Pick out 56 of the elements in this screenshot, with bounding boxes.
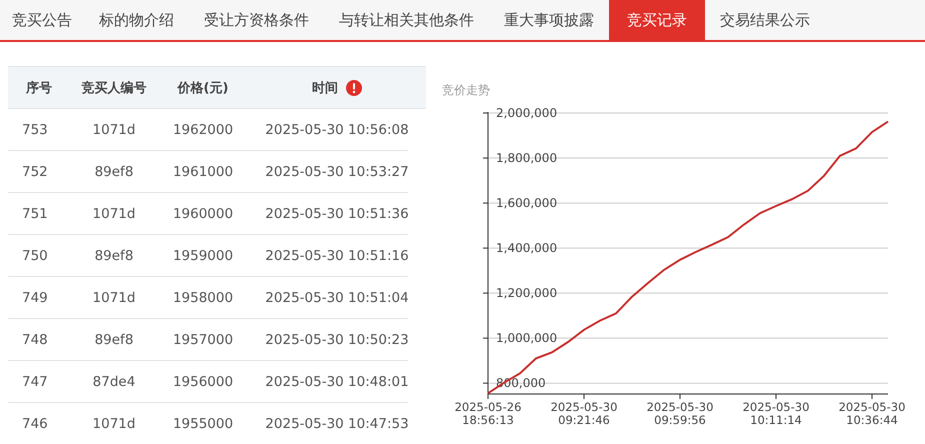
x-tick-label: 2025-05-30 09:59:56 — [646, 400, 714, 427]
table-cell-text: 748 — [21, 332, 49, 348]
table-cell-text: 2025-05-30 10:56:08 — [264, 122, 410, 138]
table-cell-text: 89ef8 — [94, 332, 134, 348]
table-cell-text: 1955000 — [172, 416, 234, 432]
column-header: 竞买人编号 — [82, 80, 146, 96]
table-cell-text: 1958000 — [172, 290, 234, 306]
y-tick-label: 1,200,000 — [496, 286, 558, 300]
y-tick-label: 2,000,000 — [496, 106, 558, 120]
tab[interactable]: 与转让相关其他条件 — [324, 0, 489, 40]
table-cell-text: 2025-05-30 10:50:23 — [264, 332, 410, 348]
table-cell-text: 750 — [21, 248, 49, 264]
table-cell-text: 2025-05-30 10:51:04 — [264, 290, 410, 306]
x-tick-label: 2025-05-30 09:21:46 — [550, 400, 618, 427]
column-header: 价格(元) — [178, 80, 228, 96]
tab[interactable]: 交易结果公示 — [705, 0, 825, 40]
chart-title: 竞价走势 — [442, 83, 490, 97]
table-cell-text: 1957000 — [172, 332, 234, 348]
table-cell-text: 1960000 — [172, 206, 234, 222]
tab[interactable]: 重大事项披露 — [489, 0, 609, 40]
tab[interactable]: 竞买公告 — [0, 0, 84, 40]
table-cell-text: 1071d — [92, 122, 136, 138]
y-tick-label: 1,400,000 — [496, 241, 558, 256]
table-cell-text: 751 — [21, 206, 49, 222]
column-header: 序号 — [26, 80, 52, 96]
table-cell-text: 1071d — [92, 416, 136, 432]
table-cell-text: 1962000 — [172, 122, 234, 138]
table-cell-text: 89ef8 — [94, 164, 134, 180]
table-cell-text: 749 — [21, 290, 49, 306]
tab[interactable]: 竞买记录 — [609, 0, 705, 40]
table-cell-text: 1956000 — [172, 374, 234, 390]
x-tick-label: 2025-05-30 10:11:14 — [742, 400, 810, 427]
table-cell-text: 2025-05-30 10:51:36 — [264, 206, 410, 222]
y-tick-label: 1,000,000 — [496, 331, 558, 346]
alert-icon[interactable] — [346, 80, 362, 96]
table-cell-text: 746 — [21, 416, 49, 432]
x-tick-label: 2025-05-30 10:36:44 — [838, 400, 906, 427]
table-cell-text: 753 — [21, 122, 49, 138]
tab[interactable]: 标的物介绍 — [84, 0, 189, 40]
table-cell-text: 89ef8 — [94, 248, 134, 264]
table-cell-text: 2025-05-30 10:47:53 — [264, 416, 410, 432]
table-cell-text: 747 — [21, 374, 49, 390]
table-cell-text: 1071d — [92, 290, 136, 306]
table-cell-text: 87de4 — [92, 374, 136, 390]
tab[interactable]: 受让方资格条件 — [189, 0, 324, 40]
table-cell-text: 752 — [21, 164, 49, 180]
column-header: 时间 — [312, 80, 338, 96]
y-tick-label: 1,800,000 — [496, 151, 558, 166]
x-tick-label: 2025-05-26 18:56:13 — [454, 400, 522, 427]
table-cell-text: 2025-05-30 10:51:16 — [264, 248, 410, 264]
table-cell-text: 1071d — [92, 206, 136, 222]
table-cell-text: 1961000 — [172, 164, 234, 180]
table-cell-text: 2025-05-30 10:53:27 — [264, 164, 410, 180]
y-tick-label: 1,600,000 — [496, 196, 558, 210]
table-cell-text: 1959000 — [172, 248, 234, 264]
table-cell-text: 2025-05-30 10:48:01 — [264, 374, 410, 390]
